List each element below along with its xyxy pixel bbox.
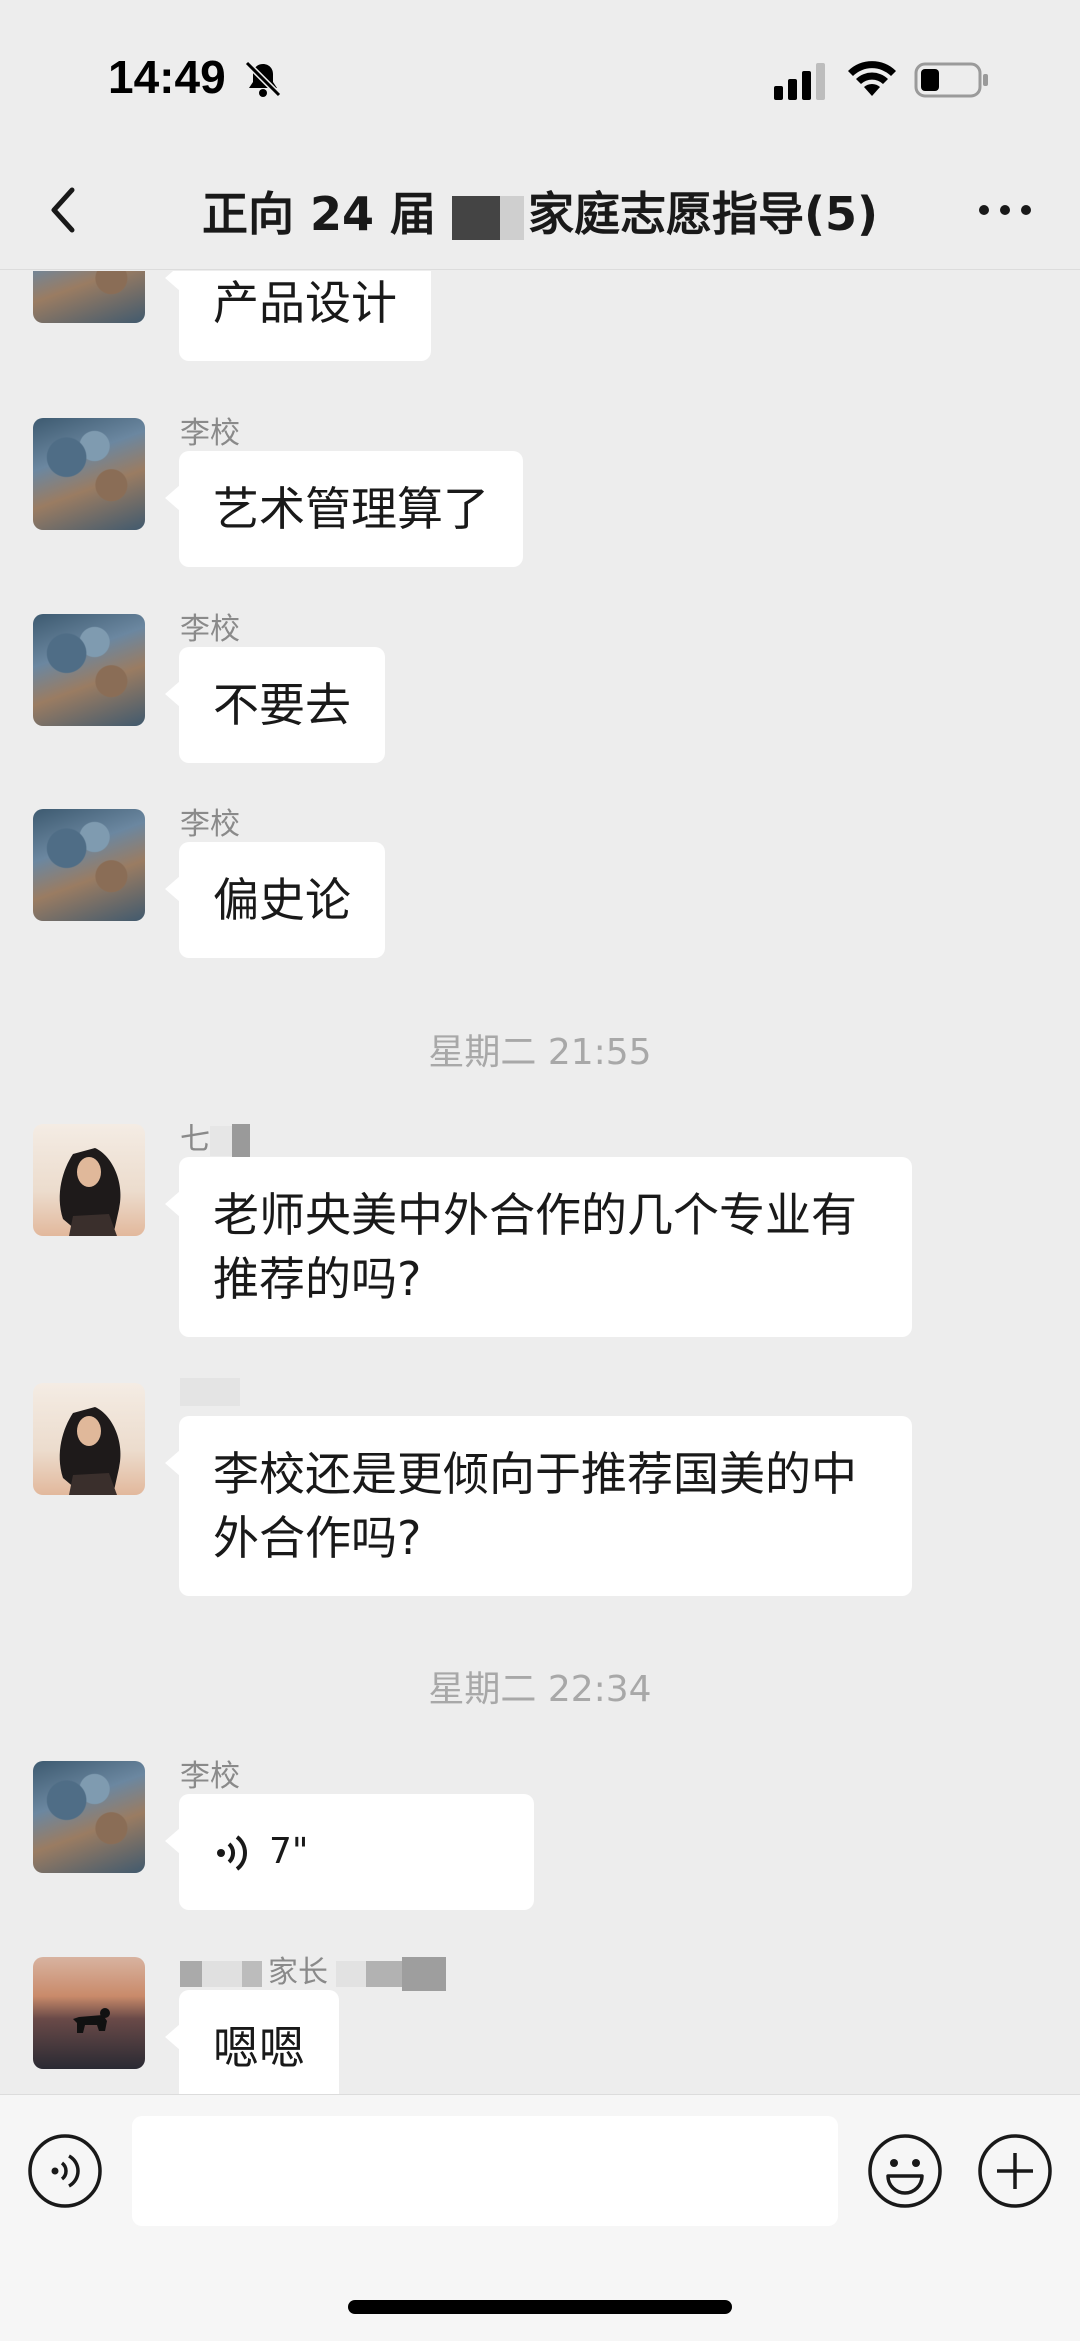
chat-title-prefix: 正向 24 届 [201,187,436,241]
status-time: 14:49 [108,51,226,103]
redacted-block [232,1123,250,1158]
redacted-block [336,1960,366,1987]
home-indicator[interactable] [348,2300,732,2314]
sender-name: 李校 [180,416,240,451]
redacted-block [452,195,500,240]
message-bubble[interactable]: 不要去 [165,647,385,763]
voice-icon[interactable] [26,2132,104,2210]
sender-name: 李校 [180,807,240,842]
sender-name: 七 [180,1114,250,1158]
avatar[interactable] [33,1124,145,1236]
avatar[interactable] [33,1761,145,1873]
message-input[interactable] [132,2116,838,2226]
signal-icon [774,63,825,100]
avatar[interactable] [33,809,145,921]
more-icon[interactable] [970,180,1040,240]
bell-off-icon [244,60,282,98]
avatar[interactable] [33,1957,145,2069]
battery-icon [914,62,988,98]
message-bubble[interactable]: 嗯嗯 [165,1990,339,2094]
avatar[interactable] [33,418,145,530]
redacted-block [402,1956,446,1991]
avatar[interactable] [33,271,145,323]
message-bubble[interactable]: 偏史论 [165,842,385,958]
redacted-block [500,195,524,240]
time-separator: 星期二 22:34 [428,1669,652,1710]
sender-name-visible: 家长 [268,1955,328,1990]
plus-icon[interactable] [976,2132,1054,2210]
message-text: 不要去 [213,678,351,732]
avatar[interactable] [33,1383,145,1495]
message-text: 偏史论 [213,873,351,927]
sender-name [180,1373,240,1408]
chat-title: 正向 24 届 家庭志愿指导(5) [120,178,960,244]
chat-header: 正向 24 届 家庭志愿指导(5) [0,150,1080,270]
message-text: 艺术管理算了 [213,482,489,536]
sender-name: 李校 [180,1759,240,1794]
message-list[interactable]: 产品设计 李校 艺术管理算了 李校 不要去 李校 偏史论 星期二 21:55 七… [0,271,1080,2094]
sender-name: 李校 [180,612,240,647]
chat-title-suffix: 家庭志愿指导(5) [528,187,879,241]
avatar[interactable] [33,614,145,726]
avatar-dog-icon [73,2008,110,2033]
message-bubble[interactable]: 艺术管理算了 [165,451,523,567]
avatar-portrait-icon [59,1407,121,1495]
redacted-block [180,1377,240,1406]
time-separator: 星期二 21:55 [428,1032,652,1073]
wifi-icon [848,61,896,96]
avatar-portrait-icon [59,1148,121,1236]
emoji-icon[interactable] [866,2132,944,2210]
redacted-block [366,1960,402,1987]
sender-name-visible: 七 [180,1122,210,1157]
voice-duration: 7" [269,1831,309,1872]
message-text: 嗯嗯 [213,2021,305,2075]
message-text: 产品设计 [213,276,397,330]
redacted-block [180,1960,202,1987]
back-chevron-icon[interactable] [36,174,96,244]
voice-wave-icon [217,1835,247,1871]
redacted-block [242,1960,262,1987]
voice-message-bubble[interactable]: 7" [165,1794,534,1910]
message-text: 李校还是更倾向于推荐国美的中外合作吗? [213,1447,857,1565]
message-bubble[interactable]: 老师央美中外合作的几个专业有推荐的吗? [165,1157,912,1337]
message-bubble[interactable]: 产品设计 [165,271,431,361]
status-bar: 14:49 [0,0,1080,150]
message-text: 老师央美中外合作的几个专业有推荐的吗? [213,1188,857,1306]
sender-name: 家长 [180,1947,446,1991]
redacted-block [210,1125,232,1156]
message-bubble[interactable]: 李校还是更倾向于推荐国美的中外合作吗? [165,1416,912,1596]
redacted-block [202,1960,242,1987]
